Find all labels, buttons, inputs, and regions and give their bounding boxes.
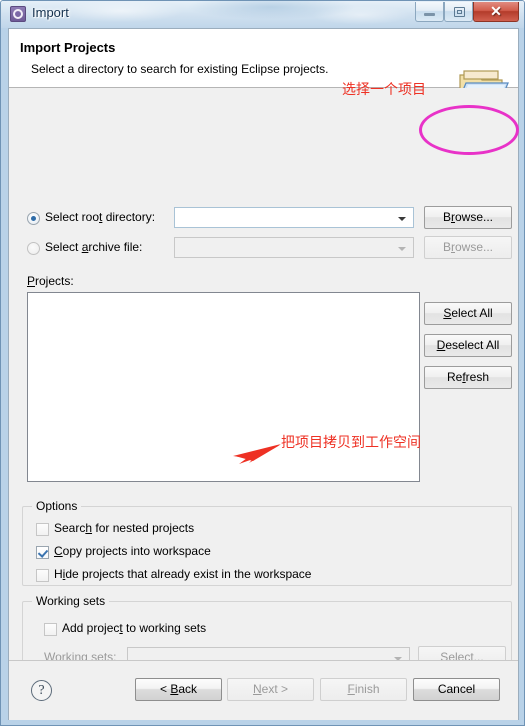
label-search-nested-projects: Search for nested projects [54,521,195,535]
back-button[interactable]: < Back [135,678,222,701]
archive-file-combo [174,237,414,258]
label-copy-projects-into-workspace: Copy projects into workspace [54,544,211,558]
checkbox-copy-projects-into-workspace[interactable] [36,546,49,559]
close-icon: ✕ [490,3,502,19]
deselect-all-button[interactable]: Deselect All [424,334,512,357]
eclipse-gear-icon [10,6,26,22]
wizard-body: Select root directory: Browse... Select … [9,88,518,673]
browse-archive-file-button: Browse... [424,236,512,259]
radio-select-root-directory[interactable] [27,212,40,225]
label-add-project-to-working-sets: Add project to working sets [62,621,207,635]
projects-label: Projects: [27,274,74,288]
help-icon[interactable]: ? [31,680,52,701]
label-select-archive-file: Select archive file: [45,240,143,254]
root-directory-combo[interactable] [174,207,414,228]
working-sets-group-title: Working sets [32,594,110,608]
page-description: Select a directory to search for existin… [31,62,329,76]
maximize-button[interactable] [444,2,473,22]
annotation-arrow-icon [233,444,281,464]
radio-select-archive-file[interactable] [27,242,40,255]
minimize-button[interactable] [415,2,444,22]
import-dialog-window: Import ✕ Import Projects Select a direct… [0,0,525,726]
checkbox-add-project-to-working-sets[interactable] [44,623,57,636]
options-group: Options Search for nested projects Copy … [22,499,512,586]
checkbox-hide-existing-projects[interactable] [36,569,49,582]
annotation-copy-to-workspace: 把项目拷贝到工作空间 [281,435,421,451]
dialog-footer: ? < Back Next > Finish Cancel [9,660,518,720]
chevron-down-icon [398,247,406,251]
label-select-root-directory: Select root directory: [45,210,156,224]
select-all-button[interactable]: Select All [424,302,512,325]
window-title: Import [32,5,69,20]
options-group-title: Options [32,499,82,513]
cancel-button[interactable]: Cancel [413,678,500,701]
label-hide-existing-projects: Hide projects that already exist in the … [54,567,312,581]
checkbox-search-nested-projects[interactable] [36,523,49,536]
wizard-header: Import Projects Select a directory to se… [9,29,518,112]
title-bar: Import ✕ [1,1,524,28]
close-button[interactable]: ✕ [473,2,519,22]
annotation-select-project: 选择一个项目 [342,82,426,98]
finish-button: Finish [320,678,407,701]
page-title: Import Projects [20,40,116,55]
refresh-button[interactable]: Refresh [424,366,512,389]
next-button: Next > [227,678,314,701]
browse-root-directory-button[interactable]: Browse... [424,206,512,229]
chevron-down-icon [398,217,406,221]
annotation-ellipse-browse [419,105,519,155]
